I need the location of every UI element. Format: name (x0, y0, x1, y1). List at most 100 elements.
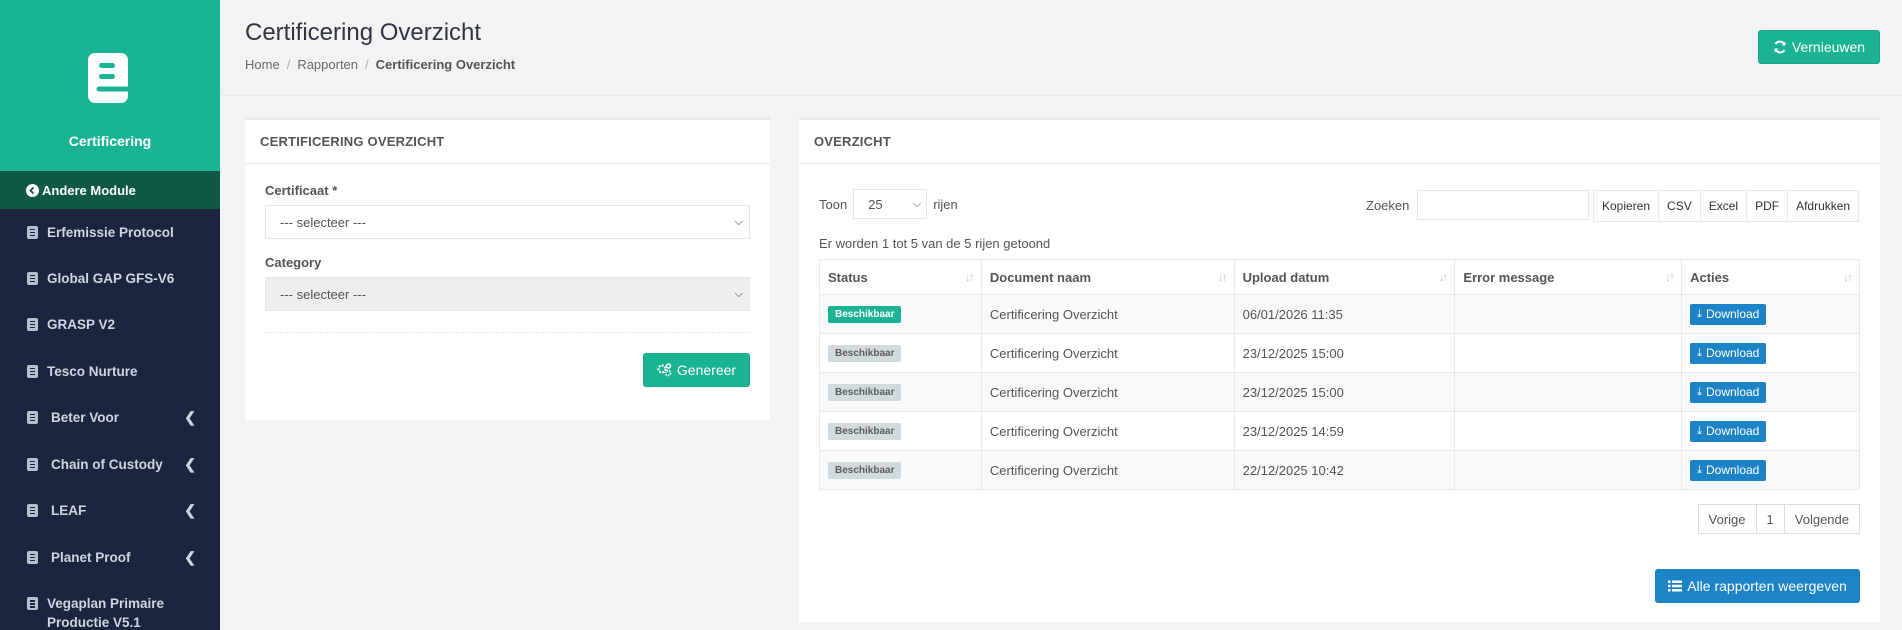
download-icon: ⤓ (1697, 385, 1702, 398)
download-icon: ⤓ (1697, 307, 1702, 320)
other-module-link[interactable]: Andere Module (0, 171, 220, 209)
book-icon (86, 51, 134, 105)
book-icon (27, 457, 38, 471)
csv-button[interactable]: CSV (1658, 190, 1701, 222)
sidebar-item-label: LEAF (51, 502, 87, 518)
sidebar-item-vegaplan[interactable]: Vegaplan Primaire Productie V5.1 (Hardfr… (0, 594, 220, 630)
overview-panel: OVERZICHT Toon 25 ⌵ rijen Zoeken Kopiere… (799, 117, 1880, 622)
table-row: Beschikbaar Certificering Overzicht 23/1… (819, 372, 1860, 412)
panel-title: OVERZICHT (799, 120, 1880, 164)
column-header-date[interactable]: Upload datum ↓↑ (1233, 259, 1456, 295)
status-badge: Beschikbaar (828, 384, 902, 401)
page-length-select[interactable]: 25 ⌵ (853, 189, 928, 219)
page-length-value: 25 (868, 196, 883, 212)
breadcrumb: Home / Rapporten / Certificering Overzicht (245, 57, 516, 72)
pagination-prev[interactable]: Vorige (1697, 504, 1757, 534)
pdf-button[interactable]: PDF (1746, 190, 1789, 222)
sidebar-item-beter-voor[interactable]: Beter Voor ❮ (0, 407, 220, 427)
chevron-down-icon: ⌵ (912, 198, 922, 210)
category-select[interactable]: --- selecteer --- ⌵ (265, 277, 750, 311)
all-reports-label: Alle rapporten weergeven (1687, 578, 1847, 594)
table-row: Beschikbaar Certificering Overzicht 23/1… (819, 333, 1860, 373)
upload-date: 23/12/2025 14:59 (1233, 411, 1456, 451)
reports-table: Status ↓↑ Document naam ↓↑ Upload datum ↓↑ … (819, 259, 1860, 490)
table-row: Beschikbaar Certificering Overzicht 22/1… (819, 450, 1860, 490)
upload-date: 23/12/2025 15:00 (1233, 333, 1456, 373)
book-icon (27, 271, 38, 285)
refresh-label: Vernieuwen (1791, 39, 1866, 55)
error-message (1454, 450, 1683, 490)
sidebar-item-label: Chain of Custody (51, 456, 163, 472)
all-reports-button[interactable]: Alle rapporten weergeven (1655, 569, 1860, 603)
column-header-status[interactable]: Status ↓↑ (819, 259, 982, 295)
download-button[interactable]: ⤓ Download (1690, 303, 1767, 325)
chevron-left-icon: ❮ (184, 548, 196, 565)
download-button[interactable]: ⤓ Download (1690, 381, 1767, 403)
book-icon (27, 410, 38, 424)
document-name: Certificering Overzicht (980, 411, 1235, 451)
status-badge: Beschikbaar (828, 306, 902, 323)
download-button[interactable]: ⤓ Download (1690, 420, 1767, 442)
search-label: Zoeken (1366, 197, 1410, 213)
document-name: Certificering Overzicht (980, 372, 1235, 412)
module-title: Certificering (68, 133, 152, 149)
download-icon: ⤓ (1697, 424, 1702, 437)
page-header: Certificering Overzicht Home / Rapporten / C… (220, 0, 1902, 96)
certificaat-label: Certificaat * (265, 183, 338, 198)
status-badge: Beschikbaar (828, 462, 902, 479)
pagination-next[interactable]: Volgende (1783, 504, 1860, 534)
sort-icon: ↓↑ (1665, 270, 1675, 284)
sidebar-item-grasp[interactable]: GRASP V2 (0, 314, 220, 334)
page-title: Certificering Overzicht (245, 19, 482, 46)
download-button[interactable]: ⤓ Download (1690, 342, 1767, 364)
sort-icon: ↓↑ (1843, 270, 1853, 284)
generate-button[interactable]: Genereer (643, 353, 750, 387)
upload-date: 23/12/2025 15:00 (1233, 372, 1456, 412)
sidebar-item-label: Beter Voor (51, 409, 120, 425)
copy-button[interactable]: Kopieren (1593, 190, 1660, 222)
rows-label: rijen (933, 196, 958, 212)
breadcrumb-home[interactable]: Home (245, 57, 280, 72)
chevron-left-icon: ❮ (184, 408, 196, 425)
book-icon (27, 550, 38, 564)
sidebar-item-chain-of-custody[interactable]: Chain of Custody ❮ (0, 454, 220, 474)
upload-date: 22/12/2025 10:42 (1233, 450, 1456, 490)
sidebar-item-tesco-nurture[interactable]: Tesco Nurture (0, 361, 220, 381)
list-icon (1668, 580, 1683, 592)
sidebar-item-label: Vegaplan Primaire Productie V5.1 (Hardfr… (47, 596, 165, 630)
sidebar-item-leaf[interactable]: LEAF ❮ (0, 500, 220, 520)
sidebar-item-planet-proof[interactable]: Planet Proof ❮ (0, 547, 220, 567)
certificaat-select[interactable]: --- selecteer --- ⌵ (265, 205, 750, 239)
sidebar-item-label: Erfemissie Protocol (47, 224, 174, 240)
generate-label: Genereer (676, 362, 737, 378)
print-button[interactable]: Afdrukken (1787, 190, 1860, 222)
refresh-button[interactable]: Vernieuwen (1758, 30, 1880, 64)
book-icon (27, 503, 38, 517)
sidebar-item-erfemissie-protocol[interactable]: Erfemissie Protocol (0, 222, 220, 242)
breadcrumb-rapporten[interactable]: Rapporten (297, 57, 358, 72)
error-message (1454, 411, 1683, 451)
error-message (1454, 333, 1683, 373)
pagination-page[interactable]: 1 (1755, 504, 1785, 534)
book-icon (27, 225, 38, 239)
table-row: Beschikbaar Certificering Overzicht 06/0… (819, 294, 1860, 334)
status-badge: Beschikbaar (828, 423, 902, 440)
category-value: --- selecteer --- (280, 286, 366, 302)
sidebar-item-global-gap[interactable]: Global GAP GFS-V6 (0, 268, 220, 288)
search-input[interactable] (1417, 190, 1590, 220)
column-header-error[interactable]: Error message ↓↑ (1454, 259, 1683, 295)
excel-button[interactable]: Excel (1699, 190, 1748, 222)
pagination: Vorige 1 Volgende (1697, 504, 1860, 534)
download-icon: ⤓ (1697, 346, 1702, 359)
column-header-actions[interactable]: Acties ↓↑ (1681, 259, 1860, 295)
download-icon: ⤓ (1697, 463, 1702, 476)
panel-title: CERTIFICERING OVERZICHT (245, 120, 770, 164)
chevron-down-icon: ⌵ (734, 288, 743, 300)
cogs-icon (657, 363, 672, 377)
document-name: Certificering Overzicht (980, 333, 1235, 373)
other-module-label: Andere Module (42, 182, 136, 198)
sort-icon: ↓↑ (1217, 270, 1228, 284)
column-header-document[interactable]: Document naam ↓↑ (980, 259, 1235, 295)
sidebar-brand: Certificering (0, 0, 220, 171)
download-button[interactable]: ⤓ Download (1690, 459, 1767, 481)
